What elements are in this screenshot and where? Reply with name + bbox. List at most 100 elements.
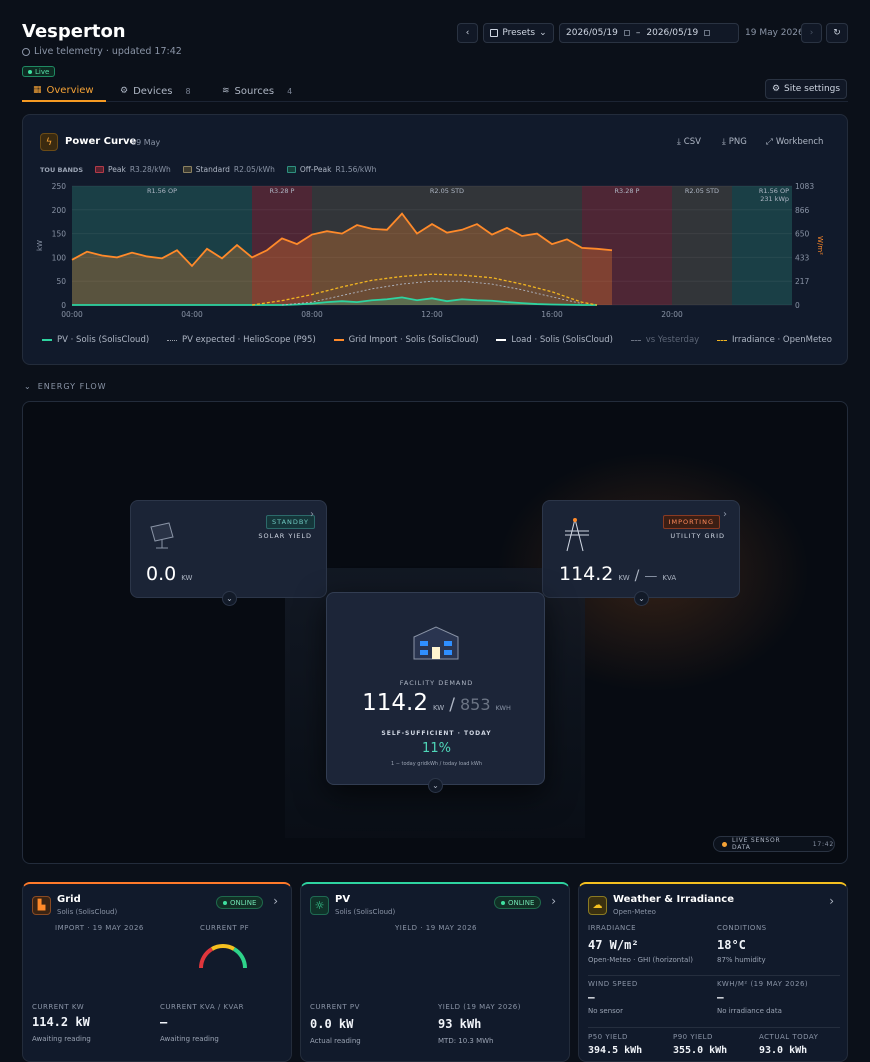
solar-yield-card[interactable]: STANDBY › SOLAR YIELD 0.0 KW ⌄: [130, 500, 327, 606]
workbench-button[interactable]: ⤢ Workbench: [766, 137, 823, 147]
x-tick: 08:00: [301, 310, 323, 319]
pv-summary-card[interactable]: ☼ PV Solis (SolisCloud) ONLINE › YIELD ·…: [300, 882, 570, 1062]
current-kw-note: Awaiting reading: [32, 1035, 91, 1043]
standard-rate: R2.05/kWh: [233, 165, 275, 174]
live-dot-icon: [28, 69, 32, 74]
presets-dropdown[interactable]: Presets ⌄: [483, 23, 554, 43]
legend-label: PV expected · HelioScope (P95): [181, 335, 316, 345]
legend-pv[interactable]: PV · Solis (SolisCloud): [42, 335, 149, 345]
solar-kw: 0.0: [146, 563, 177, 585]
current-kva-label: CURRENT KVA / KVAR: [160, 1003, 245, 1011]
p90-value: 355.0 kWh: [673, 1045, 728, 1056]
date-separator: –: [635, 28, 641, 38]
grid-status-label: ONLINE: [230, 898, 257, 907]
status-dot-icon: [223, 900, 227, 905]
legend-label: PV · Solis (SolisCloud): [57, 335, 150, 345]
calendar-icon: [623, 30, 630, 36]
tab-sources-label: Sources: [234, 85, 275, 97]
y-tick-left: 100: [52, 253, 67, 262]
wind-value: —: [588, 991, 595, 1004]
legend-swatch: [166, 339, 177, 341]
legend-yesterday[interactable]: vs Yesterday: [630, 335, 699, 345]
y-tick-right: 1083: [795, 182, 814, 191]
date-to[interactable]: 2026/05/19: [646, 28, 698, 38]
legend-pv-expected[interactable]: PV expected · HelioScope (P95): [166, 335, 316, 345]
csv-label: CSV: [683, 137, 701, 147]
date-from[interactable]: 2026/05/19: [566, 28, 618, 38]
self-sufficient-label: SELF-SUFFICIENT · TODAY: [381, 730, 492, 737]
y-tick-left: 150: [52, 230, 67, 239]
legend-irradiance[interactable]: Irradiance · OpenMeteo: [717, 335, 832, 345]
tab-overview[interactable]: ▦ Overview: [22, 80, 106, 102]
band-tag: R2.05 STD: [430, 187, 464, 195]
irradiance-note: Open-Meteo · GHI (horizontal): [588, 956, 693, 964]
calendar-icon: [490, 29, 499, 37]
chevron-right-icon[interactable]: ›: [273, 894, 278, 908]
facility-demand-card[interactable]: FACILITY DEMAND 114.2 KW / 853 KWH SELF-…: [326, 592, 545, 793]
facility-kw-unit: KW: [432, 704, 445, 712]
solar-expand-button[interactable]: ⌄: [222, 591, 237, 606]
tab-devices[interactable]: ⚙ Devices 8: [120, 80, 191, 102]
lightning-icon: ϟ: [40, 133, 58, 151]
legend-label: Irradiance · OpenMeteo: [732, 335, 832, 345]
tab-devices-label: Devices: [133, 85, 173, 97]
png-label: PNG: [728, 137, 747, 147]
csv-button[interactable]: ⤓ CSV: [677, 137, 701, 147]
tab-sources[interactable]: ≋ Sources 4: [222, 80, 292, 102]
power-curve-date: 19 May: [131, 138, 161, 147]
grid-summary-card[interactable]: ▙ Grid Solis (SolisCloud) ONLINE › IMPOR…: [22, 882, 292, 1062]
yield-day-note: MTD: 10.3 MWh: [438, 1037, 494, 1045]
date-range-input[interactable]: 2026/05/19 – 2026/05/19: [559, 23, 739, 43]
live-sensor-label: LIVE SENSOR DATA: [731, 837, 781, 851]
p90-label: P90 YIELD: [673, 1033, 713, 1041]
yield-day-value: 93 kWh: [438, 1017, 482, 1031]
peak-name: Peak: [108, 165, 126, 174]
current-pv-note: Actual reading: [310, 1037, 361, 1045]
divider: [588, 1027, 840, 1028]
grid-card-title: Grid: [57, 894, 81, 905]
actual-value: 93.0 kWh: [759, 1045, 808, 1056]
png-button[interactable]: ⤓ PNG: [722, 137, 747, 147]
grid-title: UTILITY GRID: [670, 532, 725, 540]
utility-grid-card[interactable]: IMPORTING › UTILITY GRID 114.2 KW / — KV…: [542, 500, 740, 606]
band-tag: R3.28 P: [615, 187, 640, 195]
download-icon: ⤓: [722, 137, 726, 147]
x-tick: 00:00: [61, 310, 83, 319]
next-date-button[interactable]: ›: [801, 23, 822, 43]
legend-label: Load · Solis (SolisCloud): [511, 335, 613, 345]
grid-expand-button[interactable]: ⌄: [634, 591, 649, 606]
solar-value: 0.0 KW: [146, 563, 192, 585]
actual-label: ACTUAL TODAY: [759, 1033, 819, 1041]
y-tick-left: 250: [52, 182, 67, 191]
current-kw-label: CURRENT KW: [32, 1003, 85, 1011]
download-icon: ⤓: [677, 137, 681, 147]
pv-status-label: ONLINE: [508, 898, 535, 907]
prev-date-button[interactable]: ‹: [457, 23, 478, 43]
live-sensor-badge: LIVE SENSOR DATA 17:42: [713, 836, 835, 852]
solar-panel-icon: [147, 521, 175, 551]
current-date: 19 May 2026: [745, 28, 804, 38]
p50-label: P50 YIELD: [588, 1033, 628, 1041]
standby-badge: STANDBY: [266, 515, 315, 529]
conditions-value: 18°C: [717, 938, 746, 952]
legend-load[interactable]: Load · Solis (SolisCloud): [496, 335, 613, 345]
chevron-right-icon: ›: [310, 509, 314, 520]
refresh-button[interactable]: ↻: [826, 23, 848, 43]
power-curve-chart[interactable]: R1.56 OP R3.28 P R2.05 STD R3.28 P R2.05 STD…: [30, 178, 840, 322]
chevron-right-icon[interactable]: ›: [829, 894, 834, 908]
chevron-right-icon[interactable]: ›: [551, 894, 556, 908]
weather-card[interactable]: ☁ Weather & Irradiance Open-Meteo › IRRA…: [578, 882, 848, 1062]
pv-yield-label: YIELD · 19 MAY 2026: [395, 924, 477, 932]
legend-grid-import[interactable]: Grid Import · Solis (SolisCloud): [333, 335, 479, 345]
chevron-right-icon: ›: [809, 28, 814, 38]
left-axis-unit: kW: [36, 240, 44, 251]
x-tick: 16:00: [541, 310, 563, 319]
facility-expand-button[interactable]: ⌄: [428, 778, 443, 793]
legend-label: Grid Import · Solis (SolisCloud): [348, 335, 479, 345]
expand-icon: ⤢: [766, 137, 773, 147]
clock-icon: [22, 47, 30, 56]
legend-swatch: [42, 339, 52, 341]
energy-flow-toggle[interactable]: ⌄ ENERGY FLOW: [24, 382, 107, 391]
tou-band-peak: Peak R3.28/kWh: [95, 165, 171, 174]
wind-note: No sensor: [588, 1007, 623, 1015]
